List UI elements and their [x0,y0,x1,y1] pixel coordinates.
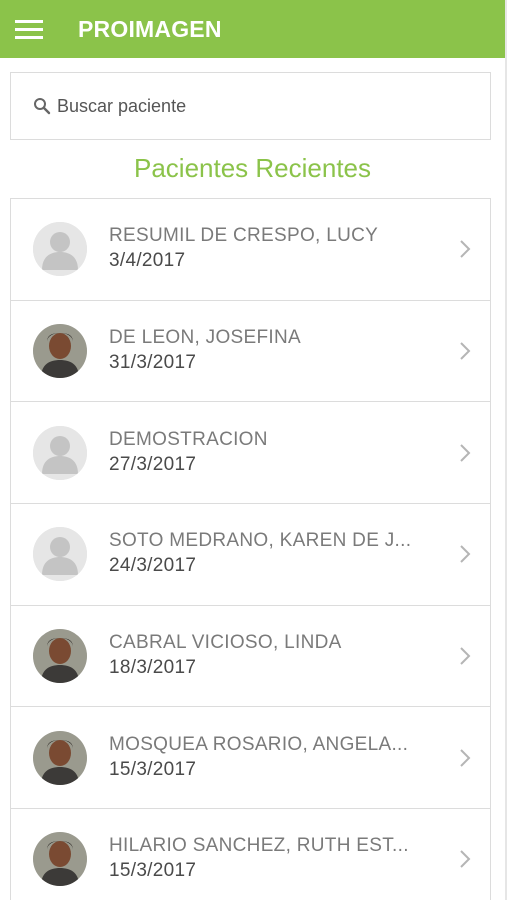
chevron-right-icon [458,747,472,769]
patient-photo [33,730,87,785]
patient-list: RESUMIL DE CRESPO, LUCY 3/4/2017 DE LEON, … [10,198,491,900]
patient-list-item[interactable]: MOSQUEA ROSARIO, ANGELA... 15/3/2017 [10,706,491,809]
patient-name: DE LEON, JOSEFINA [109,327,301,349]
patient-photo [33,324,87,379]
patient-list-item[interactable]: SOTO MEDRANO, KAREN DE J... 24/3/2017 [10,503,491,605]
patient-info: MOSQUEA ROSARIO, ANGELA... 15/3/2017 [109,733,429,783]
patient-date: 31/3/2017 [109,352,197,374]
patient-list-item[interactable]: DEMOSTRACION 27/3/2017 [10,401,491,504]
search-box[interactable] [10,72,491,140]
search-icon [33,97,51,115]
section-title: Pacientes Recientes [133,153,372,183]
chevron-right-icon [458,340,472,362]
patient-info: SOTO MEDRANO, KAREN DE J... 24/3/2017 [109,529,429,579]
app-title: PROIMAGEN [78,15,222,42]
chevron-right-icon [458,442,472,464]
default-avatar-icon [33,527,87,582]
patient-name: HILARIO SANCHEZ, RUTH EST... [109,834,409,856]
patient-date: 27/3/2017 [109,453,197,475]
default-avatar-icon [33,425,87,480]
patient-photo [33,831,87,886]
chevron-right-icon [458,848,472,870]
search-input[interactable] [57,95,457,117]
patient-info: DEMOSTRACION 27/3/2017 [109,428,429,478]
patient-info: RESUMIL DE CRESPO, LUCY 3/4/2017 [109,224,429,274]
patient-list-item[interactable]: CABRAL VICIOSO, LINDA 18/3/2017 [10,604,491,707]
chevron-right-icon [458,543,472,565]
patient-name: RESUMIL DE CRESPO, LUCY [109,225,379,247]
patient-photo [33,629,87,684]
patient-date: 15/3/2017 [109,758,197,780]
hamburger-menu-icon[interactable] [15,18,43,40]
patient-name: CABRAL VICIOSO, LINDA [109,632,342,654]
patient-date: 24/3/2017 [109,555,197,577]
menu-button[interactable] [0,0,58,58]
patient-list-item[interactable]: DE LEON, JOSEFINA 31/3/2017 [10,299,491,402]
patient-info: CABRAL VICIOSO, LINDA 18/3/2017 [109,631,429,681]
patient-name: SOTO MEDRANO, KAREN DE J... [109,530,412,552]
patient-info: DE LEON, JOSEFINA 31/3/2017 [109,326,429,376]
patient-name: MOSQUEA ROSARIO, ANGELA... [109,733,409,755]
app-bar: PROIMAGEN [0,0,505,58]
patient-info: HILARIO SANCHEZ, RUTH EST... 15/3/2017 [109,834,429,884]
patient-date: 18/3/2017 [109,657,197,679]
chevron-right-icon [458,238,472,260]
patient-date: 3/4/2017 [109,250,186,272]
patient-list-item[interactable]: HILARIO SANCHEZ, RUTH EST... 15/3/2017 [10,808,491,900]
patient-date: 15/3/2017 [109,859,197,881]
default-avatar-icon [33,222,87,277]
chevron-right-icon [458,645,472,667]
patient-name: DEMOSTRACION [109,428,268,450]
patient-list-item[interactable]: RESUMIL DE CRESPO, LUCY 3/4/2017 [10,198,491,300]
